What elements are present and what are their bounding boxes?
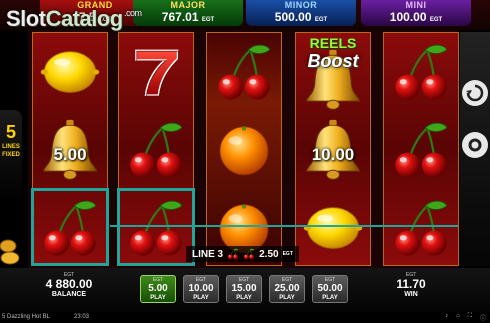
cherries-icon	[243, 248, 255, 260]
jackpot-minor-value: 500.00 EGT	[274, 10, 328, 24]
line-win-amount: 2.50	[259, 248, 279, 260]
cherries-icon	[227, 248, 239, 260]
balance-label: BALANCE	[51, 291, 87, 298]
cherries-icon	[119, 111, 193, 189]
bet-button-5[interactable]: EGT 50.00 PLAY	[312, 275, 348, 303]
winning-payline	[110, 225, 458, 227]
jackpot-minor: MINOR 500.00 EGT	[246, 0, 356, 26]
reel-4: REELS Boost 10.00	[295, 32, 371, 266]
watermark-logo: SlotCatalog .com	[6, 6, 142, 31]
bet-button-3[interactable]: EGT 15.00 PLAY	[226, 275, 262, 303]
reels-boost-badge: REELS Boost	[307, 35, 359, 71]
settings-icon[interactable]	[462, 132, 488, 158]
status-icons: ♪ ⌂ ⛶ ⓘ	[445, 313, 486, 322]
balance-display: EGT 4 880.00 BALANCE	[30, 272, 108, 298]
gold-coins-decoration	[0, 236, 22, 266]
info-icon[interactable]: ⓘ	[480, 313, 486, 322]
win-display: EGT 11.70 WIN	[372, 272, 450, 298]
reel-5	[383, 32, 459, 266]
jackpot-minor-name: MINOR	[284, 0, 318, 10]
cherries-icon	[384, 189, 458, 267]
fixed-lines-indicator: 5 LINES FIXED	[0, 110, 22, 202]
side-controls	[460, 32, 490, 266]
bet-button-4[interactable]: EGT 25.00 PLAY	[269, 275, 305, 303]
jackpot-major-name: MAJOR	[170, 0, 206, 10]
clock: 23:03	[74, 314, 90, 320]
line-win-label: LINE 3	[192, 248, 224, 260]
jackpot-mini: MINI 100.00 EGT	[361, 0, 471, 26]
sound-icon[interactable]: ♪	[445, 313, 448, 322]
win-highlight-frame	[31, 188, 109, 266]
cherries-icon	[384, 111, 458, 189]
home-icon[interactable]: ⌂	[456, 313, 460, 322]
bet-button-2[interactable]: EGT 10.00 PLAY	[183, 275, 219, 303]
status-bar: 5 Dazzling Hot BL 23:03 ♪ ⌂ ⛶ ⓘ	[0, 312, 490, 323]
jackpot-mini-value: 100.00 EGT	[389, 10, 443, 24]
jackpot-mini-name: MINI	[405, 0, 427, 10]
cherries-icon	[384, 33, 458, 111]
balance-amount: 4 880.00	[45, 277, 93, 291]
bell-prize-value: 10.00	[311, 145, 355, 164]
fullscreen-icon[interactable]: ⛶	[468, 313, 472, 322]
reel-3	[206, 32, 282, 266]
line-win-unit: EGT	[282, 251, 293, 257]
bell-prize-value: 5.00	[53, 145, 87, 164]
jackpot-major-value: 767.01 EGT	[161, 10, 215, 24]
cherries-icon	[207, 33, 281, 111]
lemon-icon	[296, 189, 370, 267]
win-highlight-frame	[117, 188, 195, 266]
orange-icon	[207, 111, 281, 189]
seven-icon	[119, 33, 193, 111]
lines-count: 5	[5, 122, 16, 142]
bet-button-1[interactable]: EGT 5.00 PLAY	[140, 275, 176, 303]
lines-fixed-label: LINES FIXED	[2, 144, 20, 158]
autoplay-icon[interactable]	[462, 80, 488, 106]
jackpot-major: MAJOR 767.01 EGT	[133, 0, 243, 26]
game-name: 5 Dazzling Hot BL	[2, 314, 51, 320]
line-win-info: LINE 3 2.50 EGT	[186, 246, 299, 262]
lemon-icon	[33, 33, 107, 111]
win-label: WIN	[404, 291, 418, 298]
win-amount: 11.70	[396, 277, 426, 291]
